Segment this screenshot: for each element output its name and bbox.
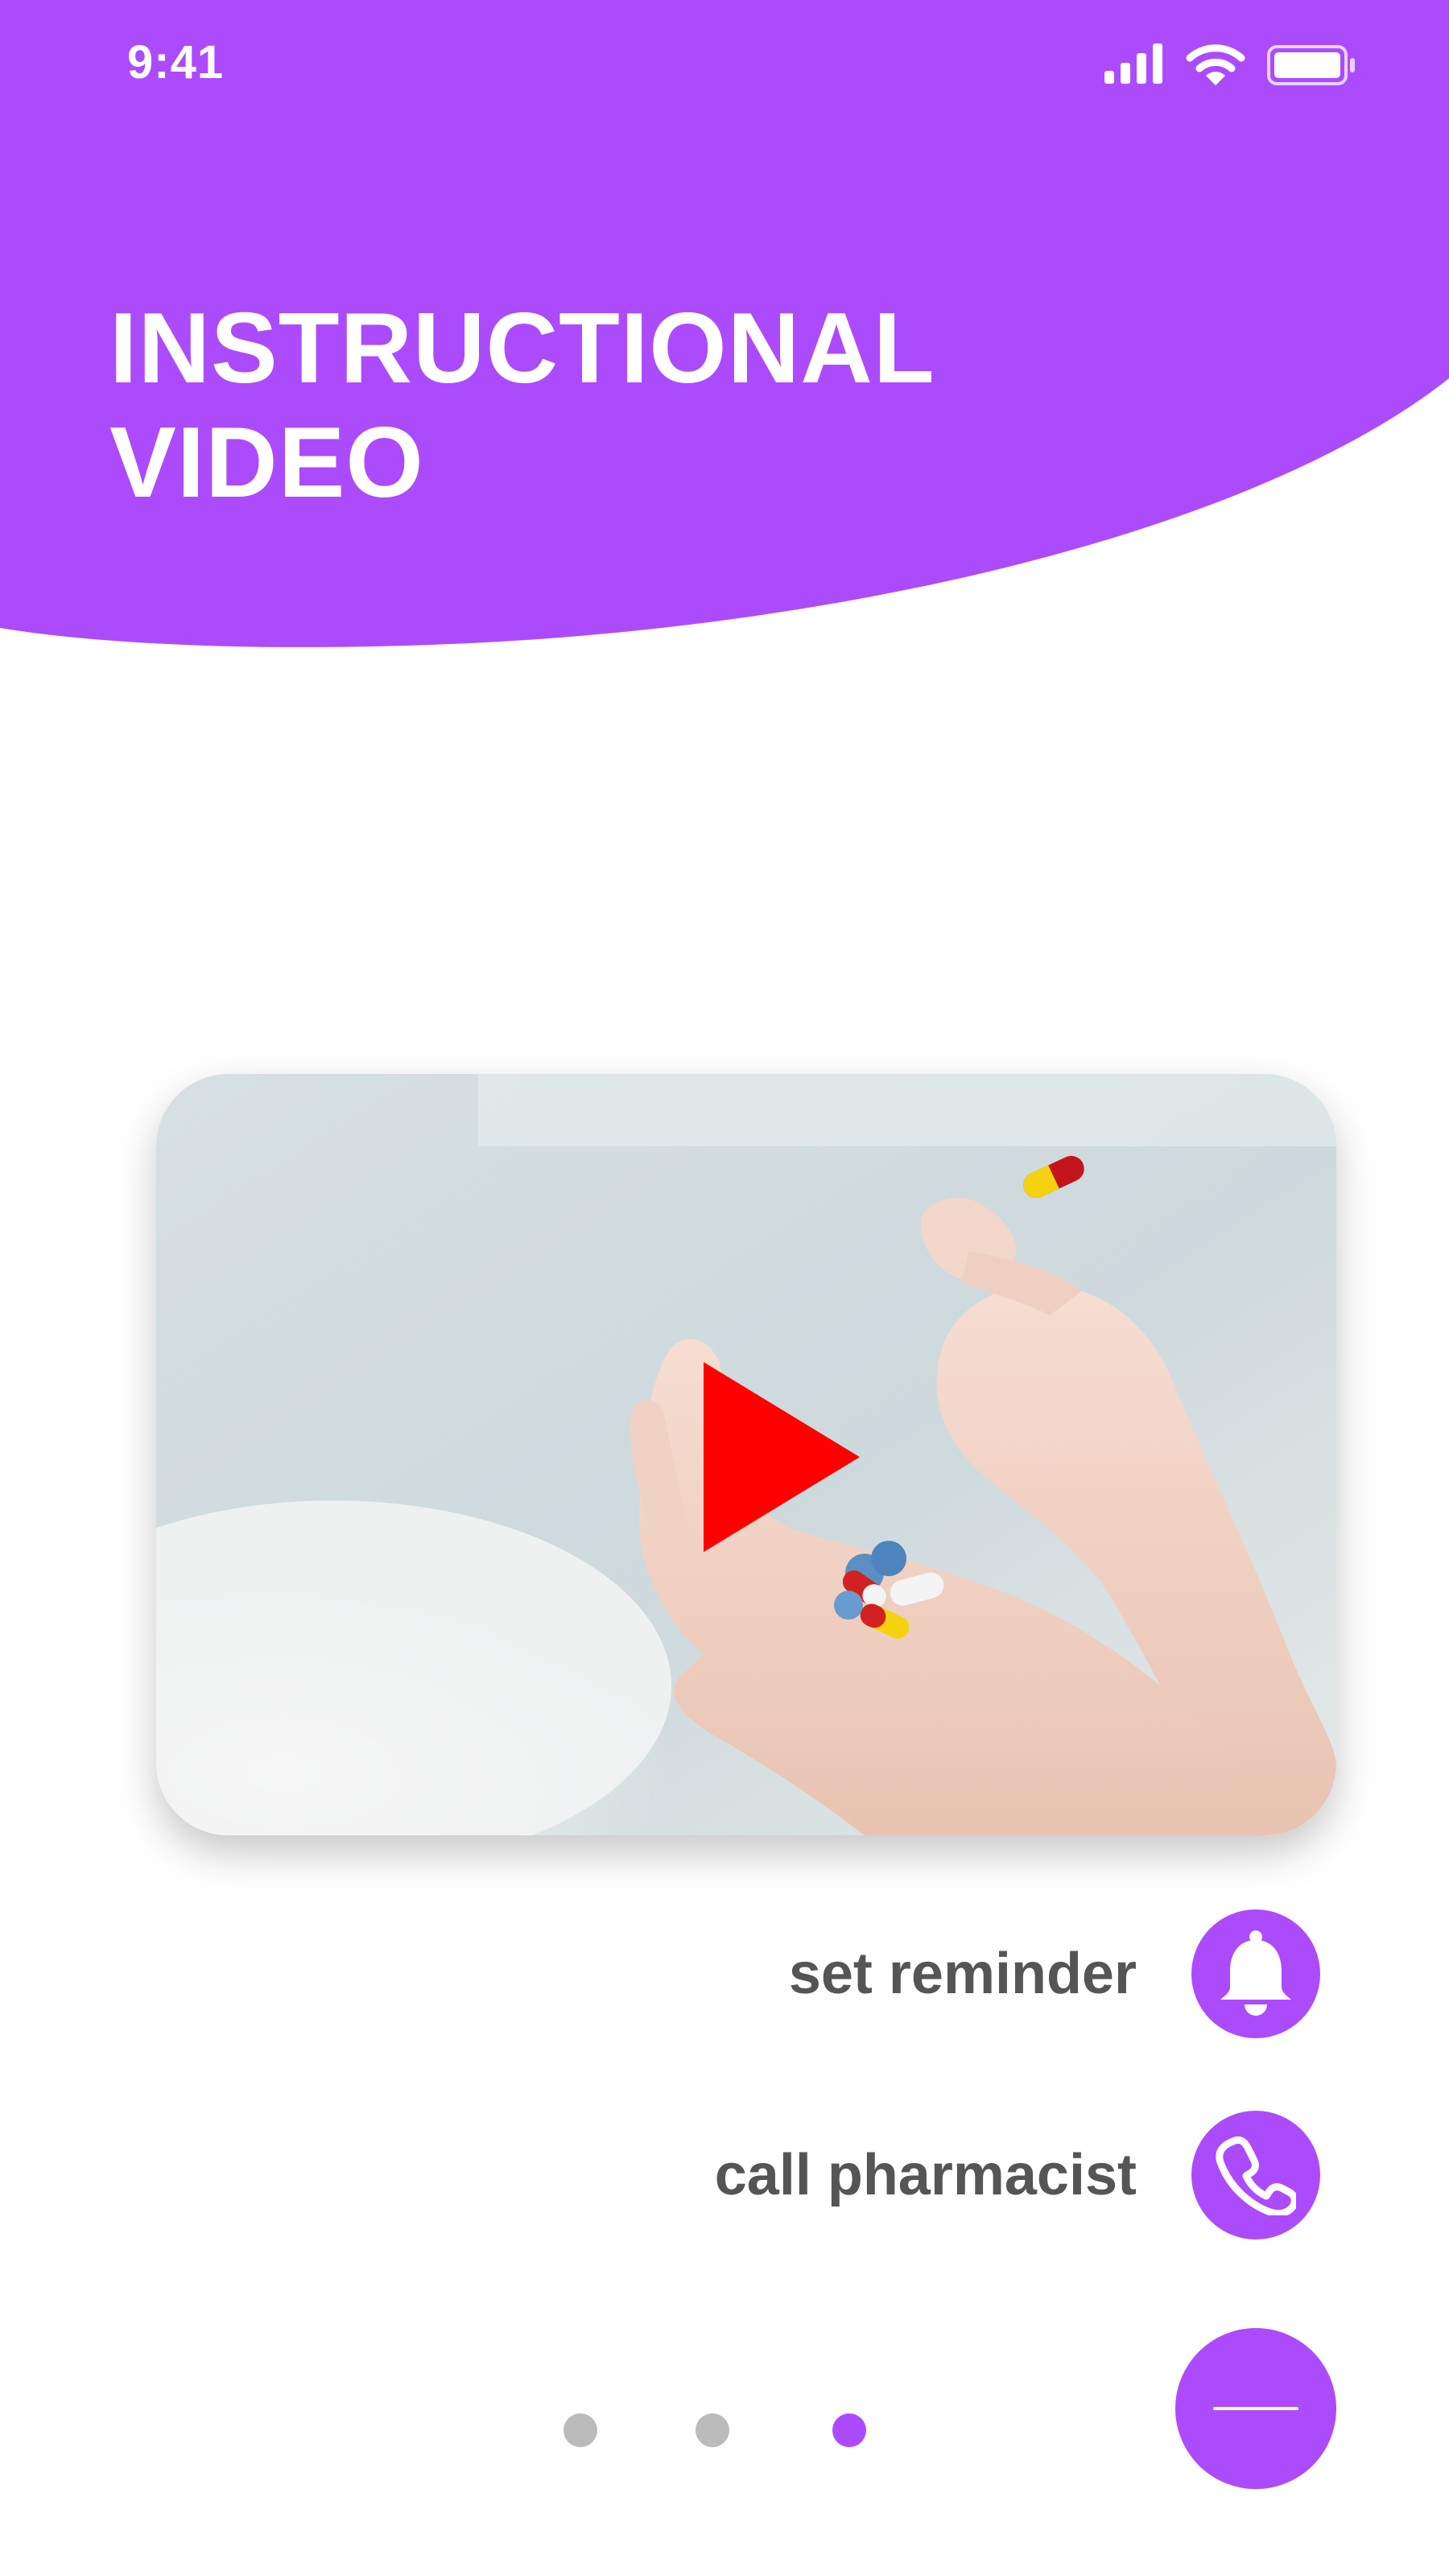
collapse-menu-button[interactable] [1175, 2328, 1336, 2489]
page-title-line-2: VIDEO [109, 407, 424, 518]
instructional-video-screen: 9:41 INSTRUCTIONAL VIDEO set reminder ca… [0, 0, 1449, 2576]
phone-icon [1216, 2136, 1296, 2215]
video-player[interactable] [156, 1074, 1336, 1835]
call-pharmacist-button[interactable] [1191, 2111, 1320, 2240]
call-pharmacist-row[interactable]: call pharmacist [715, 2111, 1320, 2240]
minus-icon [1213, 2407, 1298, 2410]
set-reminder-label[interactable]: set reminder [789, 1941, 1137, 2007]
call-pharmacist-label[interactable]: call pharmacist [715, 2142, 1137, 2208]
signal-icon [1104, 43, 1162, 84]
page-dot-2[interactable] [696, 2413, 729, 2447]
status-icons [1104, 43, 1355, 85]
wifi-icon [1186, 44, 1245, 85]
bell-icon [1220, 1930, 1291, 2016]
video-thumbnail [156, 1074, 1336, 1835]
status-time: 9:41 [127, 36, 225, 89]
page-title-line-1: INSTRUCTIONAL [109, 293, 935, 404]
page-dot-1[interactable] [564, 2413, 597, 2447]
battery-icon [1267, 45, 1355, 85]
set-reminder-button[interactable] [1191, 1909, 1320, 2038]
page-dot-3[interactable] [832, 2413, 866, 2447]
page-title: INSTRUCTIONAL VIDEO [109, 291, 1075, 520]
set-reminder-row[interactable]: set reminder [789, 1909, 1320, 2038]
